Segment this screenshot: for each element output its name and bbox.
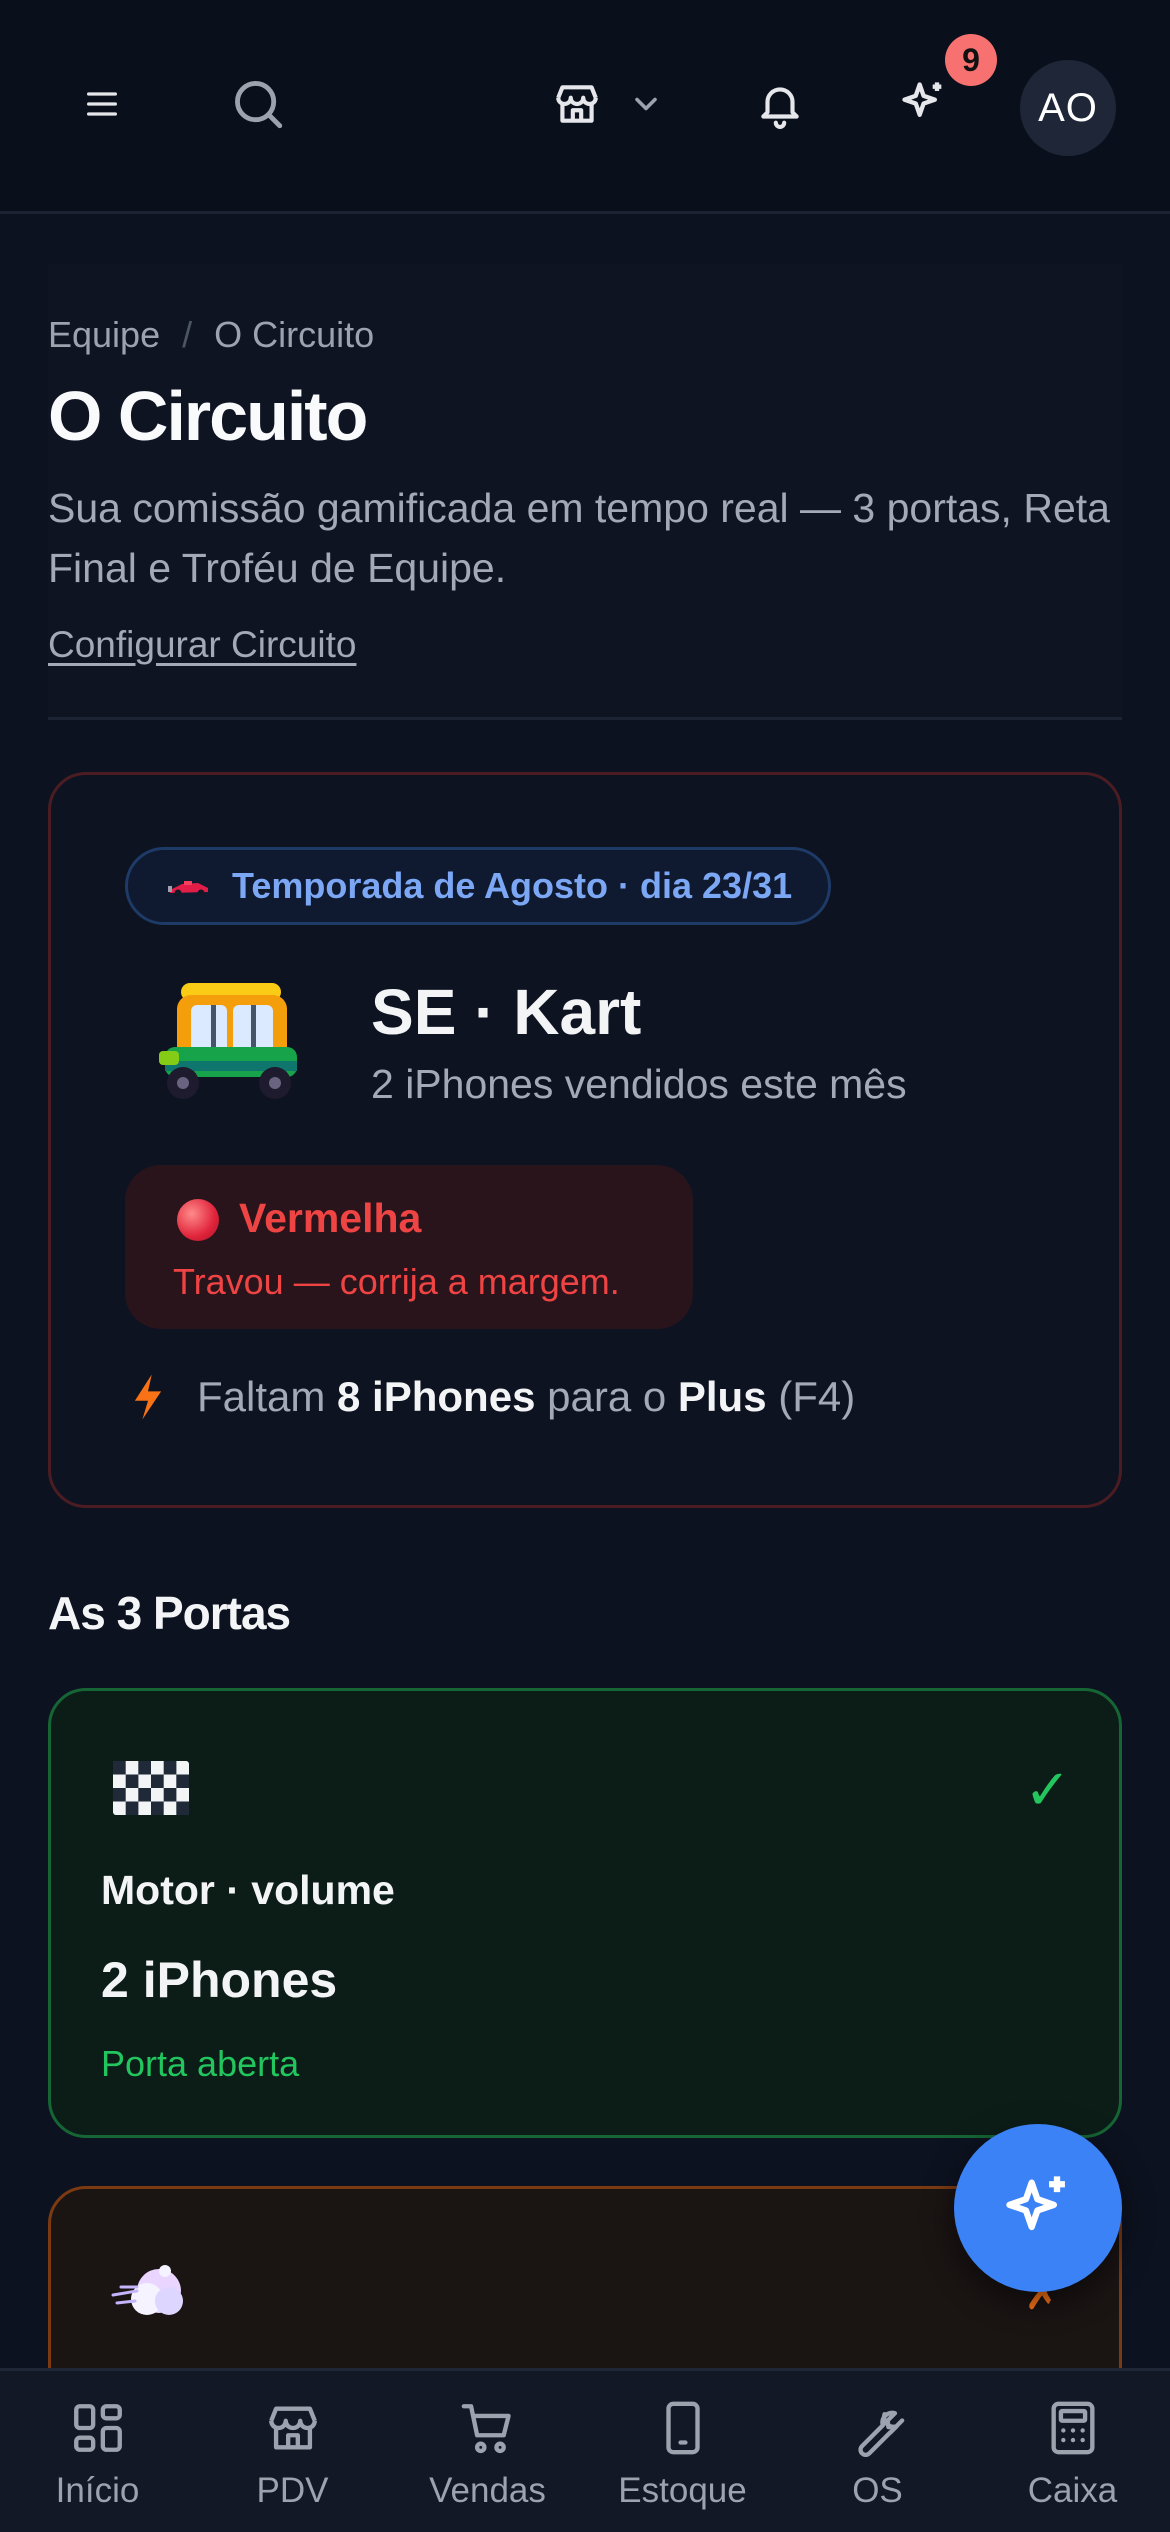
- nav-label: Vendas: [429, 2471, 546, 2510]
- gate-card-motor[interactable]: ✓ Motor · volume 2 iPhones Porta aberta: [48, 1688, 1122, 2138]
- notifications-button[interactable]: [740, 64, 820, 144]
- configure-circuit-link[interactable]: Configurar Circuito: [48, 624, 356, 666]
- tier-progress-text: 2 iPhones vendidos este mês: [371, 1061, 907, 1107]
- red-circle-icon: [177, 1199, 219, 1241]
- nav-label: PDV: [256, 2471, 329, 2510]
- page-header: Equipe / O Circuito O Circuito Sua comis…: [48, 264, 1122, 720]
- nav-item-pdv[interactable]: PDV: [195, 2371, 390, 2532]
- menu-icon: [87, 92, 118, 116]
- status-alert: Vermelha Travou — corrija a margem.: [125, 1165, 693, 1329]
- cart-icon: [461, 2404, 511, 2454]
- goal-target: Plus: [677, 1373, 767, 1420]
- ai-fab-button[interactable]: [954, 2124, 1122, 2292]
- chevron-down-icon: [635, 97, 657, 111]
- store-icon: [268, 2406, 317, 2450]
- nav-label: OS: [852, 2471, 903, 2510]
- gate-value: 2 iPhones: [101, 1952, 338, 2008]
- top-bar: 9 AO: [0, 0, 1170, 214]
- breadcrumb: Equipe / O Circuito: [48, 314, 374, 356]
- breadcrumb-item-current: O Circuito: [214, 314, 375, 355]
- breadcrumb-item-equipe[interactable]: Equipe: [48, 314, 160, 356]
- status-message: Travou — corrija a margem.: [173, 1261, 620, 1302]
- gate-status: Porta aberta: [101, 2043, 300, 2084]
- nav-label: Estoque: [618, 2471, 747, 2510]
- status-title: Vermelha: [239, 1195, 422, 1241]
- goal-prefix: Faltam: [197, 1373, 326, 1420]
- nav-item-os[interactable]: OS: [780, 2371, 975, 2532]
- nav-item-vendas[interactable]: Vendas: [390, 2371, 585, 2532]
- breadcrumb-separator: /: [182, 314, 193, 355]
- nav-label: Caixa: [1027, 2471, 1118, 2510]
- dash-cloud-icon: [111, 2265, 183, 2315]
- app-root: 9 AO Equipe / O Circuito O Circuito Sua …: [0, 0, 1170, 2532]
- bell-icon: [761, 87, 799, 129]
- search-button[interactable]: [218, 64, 298, 144]
- gates-section-title: As 3 Portas: [48, 1587, 291, 1639]
- gate-name: Motor · volume: [101, 1867, 395, 1913]
- nav-item-inicio[interactable]: Início: [0, 2371, 195, 2532]
- calculator-icon: [1050, 2401, 1095, 2455]
- gate-open-check-icon: ✓: [1024, 1758, 1071, 1821]
- nav-item-caixa[interactable]: Caixa: [975, 2371, 1170, 2532]
- store-icon: [556, 85, 598, 123]
- race-car-icon: [168, 881, 208, 897]
- user-avatar[interactable]: AO: [1020, 60, 1116, 156]
- kart-icon: [159, 983, 297, 1099]
- bottom-navigation: Início PDV Vendas Estoque OS Caixa: [0, 2368, 1170, 2532]
- search-icon: [235, 81, 283, 129]
- next-goal-row: Faltam 8 iPhones para o Plus (F4): [133, 1373, 855, 1421]
- wrench-icon: [857, 2410, 904, 2457]
- season-label: Temporada de Agosto · dia 23/31: [232, 865, 793, 906]
- phone-icon: [665, 2401, 700, 2455]
- notification-count-badge: 9: [945, 34, 997, 86]
- goal-middle: para o: [547, 1373, 667, 1420]
- store-switcher[interactable]: [540, 64, 670, 144]
- lightning-icon: [134, 1374, 162, 1420]
- checkered-flag-icon: [113, 1761, 189, 1815]
- nav-item-estoque[interactable]: Estoque: [585, 2371, 780, 2532]
- menu-button[interactable]: [62, 64, 142, 144]
- page-title: O Circuito: [48, 377, 368, 455]
- season-card: Temporada de Agosto · dia 23/31 SE · Kar…: [48, 772, 1122, 1508]
- nav-label: Início: [55, 2471, 140, 2510]
- sparkles-icon: [902, 82, 942, 117]
- page-subtitle: Sua comissão gamificada em tempo real — …: [48, 485, 1110, 591]
- season-pill: Temporada de Agosto · dia 23/31: [125, 847, 832, 925]
- grid-icon: [73, 2404, 122, 2452]
- sparkles-icon: [1006, 2176, 1065, 2231]
- next-goal-text: Faltam 8 iPhones para o Plus (F4): [197, 1373, 855, 1421]
- tier-name: SE · Kart: [371, 976, 642, 1048]
- goal-amount: 8 iPhones: [337, 1373, 536, 1420]
- goal-code: (F4): [778, 1373, 856, 1420]
